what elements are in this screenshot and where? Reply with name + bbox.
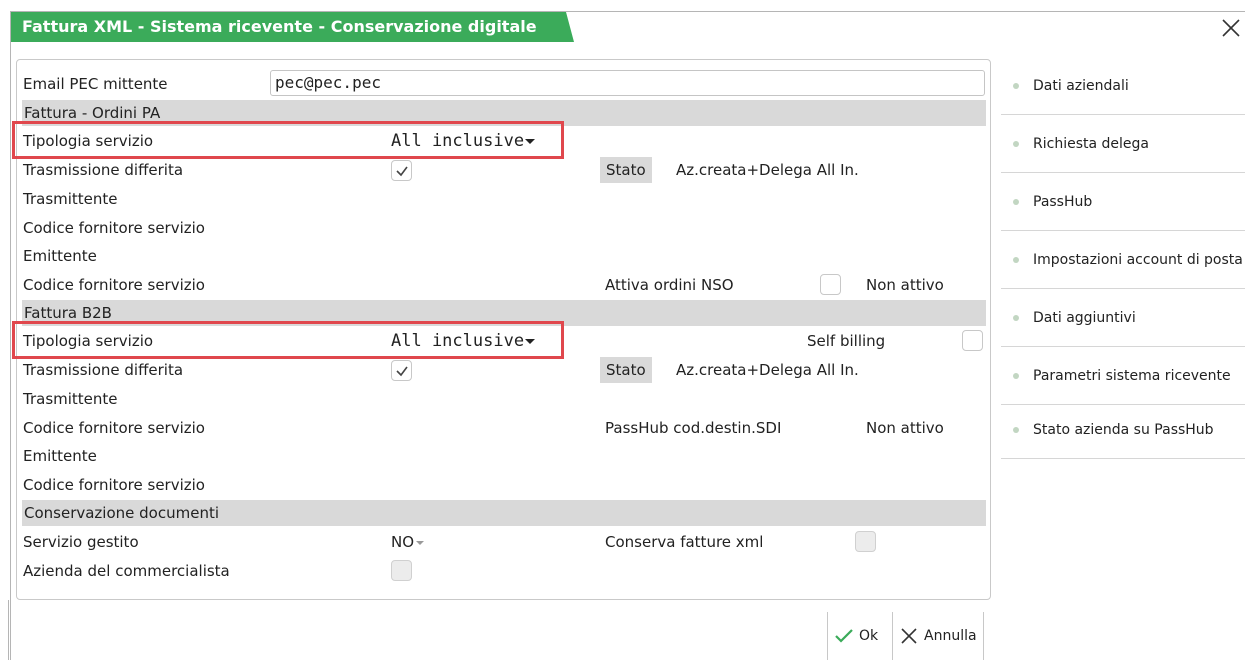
b2b-codice2-label: Codice fornitore servizio bbox=[23, 476, 205, 494]
sidebar-item-label: Dati aziendali bbox=[1033, 78, 1129, 94]
b2b-stato-label: Stato bbox=[600, 357, 652, 383]
b2b-codice1-label: Codice fornitore servizio bbox=[23, 419, 205, 437]
sidebar-item-parametri-sistema[interactable]: Parametri sistema ricevente bbox=[1001, 347, 1245, 405]
pa-trasm-checkbox[interactable] bbox=[391, 160, 412, 181]
pa-stato-value: Az.creata+Delega All In. bbox=[676, 161, 859, 179]
pa-trasmittente-label: Trasmittente bbox=[23, 190, 118, 208]
bullet-icon bbox=[1013, 199, 1019, 205]
pa-emittente-label: Emittente bbox=[23, 247, 97, 265]
sidebar-item-richiesta-delega[interactable]: Richiesta delega bbox=[1001, 115, 1245, 173]
bullet-icon bbox=[1013, 83, 1019, 89]
bullet-icon bbox=[1013, 427, 1019, 433]
window-title: Fattura XML - Sistema ricevente - Conser… bbox=[11, 12, 574, 42]
cons-servizio-label: Servizio gestito bbox=[23, 533, 139, 551]
cons-conserva-checkbox[interactable] bbox=[855, 531, 876, 552]
b2b-trasm-label: Trasmissione differita bbox=[23, 361, 184, 379]
sidebar-item-dati-aziendali[interactable]: Dati aziendali bbox=[1001, 57, 1245, 115]
sidebar-item-dati-aggiuntivi[interactable]: Dati aggiuntivi bbox=[1001, 289, 1245, 347]
cons-servizio-value: NO bbox=[391, 533, 415, 551]
checkmark-icon bbox=[396, 166, 408, 177]
highlight-box bbox=[12, 121, 564, 159]
bullet-icon bbox=[1013, 373, 1019, 379]
b2b-self-billing-label: Self billing bbox=[807, 332, 886, 350]
section-conservazione: Conservazione documenti bbox=[22, 500, 986, 526]
annulla-x-icon bbox=[901, 628, 917, 644]
b2b-stato-value: Az.creata+Delega All In. bbox=[676, 361, 859, 379]
cons-azienda-label: Azienda del commercialista bbox=[23, 562, 230, 580]
ok-button[interactable]: Ok bbox=[827, 612, 884, 660]
email-field[interactable]: pec@pec.pec bbox=[270, 70, 985, 96]
close-button[interactable] bbox=[1219, 16, 1243, 40]
bullet-icon bbox=[1013, 141, 1019, 147]
checkmark-icon bbox=[396, 366, 408, 377]
cons-conserva-label: Conserva fatture xml bbox=[605, 533, 764, 551]
annulla-label: Annulla bbox=[924, 628, 977, 644]
pa-nso-state: Non attivo bbox=[866, 276, 944, 294]
annulla-button[interactable]: Annulla bbox=[892, 612, 984, 660]
sidebar-item-label: Impostazioni account di posta bbox=[1033, 252, 1243, 268]
sidebar-item-label: Dati aggiuntivi bbox=[1033, 310, 1136, 326]
b2b-trasmittente-label: Trasmittente bbox=[23, 390, 118, 408]
pa-nso-label: Attiva ordini NSO bbox=[605, 276, 734, 294]
b2b-passhub-label: PassHub cod.destin.SDI bbox=[605, 419, 782, 437]
b2b-self-billing-checkbox[interactable] bbox=[962, 330, 983, 351]
pa-nso-checkbox[interactable] bbox=[820, 274, 841, 295]
pa-trasm-label: Trasmissione differita bbox=[23, 161, 184, 179]
bullet-icon bbox=[1013, 315, 1019, 321]
ok-check-icon bbox=[835, 629, 853, 643]
bullet-icon bbox=[1013, 257, 1019, 263]
email-label: Email PEC mittente bbox=[23, 75, 168, 93]
sidebar-item-label: Stato azienda su PassHub bbox=[1033, 422, 1214, 438]
window-left-border-bottom bbox=[8, 600, 9, 660]
pa-stato-label: Stato bbox=[600, 157, 652, 183]
b2b-passhub-state: Non attivo bbox=[866, 419, 944, 437]
window-top-border bbox=[10, 11, 1245, 12]
b2b-trasm-checkbox[interactable] bbox=[391, 360, 412, 381]
cons-servizio-select[interactable]: NO bbox=[391, 529, 425, 555]
sidebar-item-impostazioni-posta[interactable]: Impostazioni account di posta bbox=[1001, 231, 1245, 289]
b2b-emittente-label: Emittente bbox=[23, 447, 97, 465]
pa-codice2-label: Codice fornitore servizio bbox=[23, 276, 205, 294]
window-left-border bbox=[10, 11, 11, 660]
highlight-box bbox=[12, 321, 564, 359]
form-panel: Email PEC mittente pec@pec.pec Fattura -… bbox=[12, 59, 991, 600]
close-icon bbox=[1222, 19, 1240, 37]
sidebar-item-label: PassHub bbox=[1033, 194, 1093, 210]
cons-azienda-checkbox[interactable] bbox=[391, 560, 412, 581]
dropdown-caret-icon bbox=[416, 540, 425, 545]
ok-label: Ok bbox=[859, 628, 879, 644]
sidebar-item-passhub[interactable]: PassHub bbox=[1001, 173, 1245, 231]
sidebar-item-label: Parametri sistema ricevente bbox=[1033, 368, 1231, 384]
pa-codice1-label: Codice fornitore servizio bbox=[23, 219, 205, 237]
sidebar-item-label: Richiesta delega bbox=[1033, 136, 1149, 152]
sidebar-item-stato-azienda[interactable]: Stato azienda su PassHub bbox=[1001, 401, 1245, 459]
